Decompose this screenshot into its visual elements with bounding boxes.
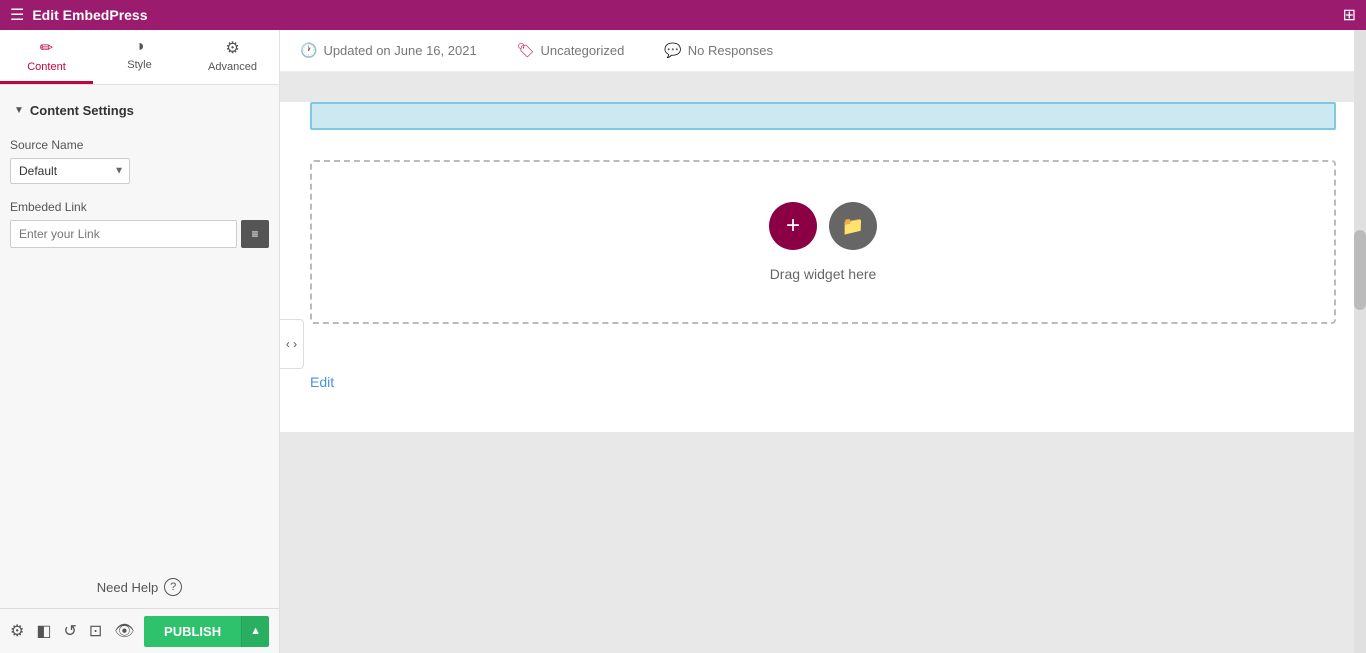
source-name-select-wrapper: Default YouTube Vimeo SoundCloud ▼ — [10, 158, 130, 184]
need-help-text: Need Help — [97, 580, 158, 595]
history-icon[interactable]: ↺ — [63, 621, 76, 641]
top-bar-title: Edit EmbedPress — [32, 7, 147, 23]
grid-icon[interactable]: ⊞ — [1343, 5, 1356, 25]
top-bar: ☰ Edit EmbedPress ⊞ — [0, 0, 1366, 30]
sidebar: ✏ Content ◑ Style ⚙ Advanced ▼ Content S… — [0, 30, 280, 653]
source-name-select[interactable]: Default YouTube Vimeo SoundCloud — [10, 158, 130, 184]
source-name-field: Source Name Default YouTube Vimeo SoundC… — [10, 138, 269, 184]
clock-icon: 🕐 — [300, 42, 317, 59]
gray-section — [280, 432, 1366, 632]
need-help-section: Need Help ? — [0, 566, 279, 608]
bottom-icons: ⚙ ◧ ↺ ⊡ 👁 — [10, 621, 135, 641]
drop-zone-buttons: + 📁 — [769, 202, 877, 250]
bottom-bar: ⚙ ◧ ↺ ⊡ 👁 PUBLISH ▲ — [0, 608, 279, 653]
add-widget-button[interactable]: + — [769, 202, 817, 250]
top-bar-left: ☰ Edit EmbedPress — [10, 5, 148, 25]
meta-category-text: Uncategorized — [540, 43, 624, 58]
meta-responses-text: No Responses — [688, 43, 773, 58]
edit-section: Edit — [280, 354, 1366, 412]
advanced-tab-icon: ⚙ — [225, 38, 239, 58]
embed-link-field: Embeded Link ≡ — [10, 200, 269, 248]
sidebar-tabs: ✏ Content ◑ Style ⚙ Advanced — [0, 30, 279, 85]
tab-style[interactable]: ◑ Style — [93, 30, 186, 84]
source-name-label: Source Name — [10, 138, 269, 152]
main-layout: ✏ Content ◑ Style ⚙ Advanced ▼ Content S… — [0, 30, 1366, 653]
right-scrollbar[interactable] — [1354, 30, 1366, 653]
folder-icon: 📁 — [842, 216, 864, 237]
meta-updated: 🕐 Updated on June 16, 2021 — [300, 42, 477, 59]
drop-zone-text: Drag widget here — [770, 266, 877, 282]
chevron-left-icon: ‹ › — [286, 337, 297, 351]
section-toggle-icon[interactable]: ▼ — [14, 105, 24, 116]
style-tab-icon: ◑ — [135, 38, 145, 56]
tag-icon: 🏷 — [517, 42, 535, 59]
embed-link-format-button[interactable]: ≡ — [241, 220, 269, 248]
meta-updated-text: Updated on June 16, 2021 — [323, 43, 476, 58]
meta-bar: 🕐 Updated on June 16, 2021 🏷 Uncategoriz… — [280, 30, 1366, 72]
sidebar-content: ▼ Content Settings Source Name Default Y… — [0, 85, 279, 566]
embed-link-input[interactable] — [10, 220, 237, 248]
help-icon[interactable]: ? — [164, 578, 182, 596]
settings-icon[interactable]: ⚙ — [10, 621, 24, 641]
preview-icon[interactable]: 👁 — [114, 621, 134, 641]
edit-link[interactable]: Edit — [310, 374, 334, 390]
content-block: + 📁 Drag widget here Edit — [280, 102, 1366, 432]
meta-responses: 💬 No Responses — [664, 42, 773, 59]
template-icon[interactable]: ⊡ — [89, 621, 102, 641]
plus-icon: + — [786, 212, 800, 240]
advanced-tab-label: Advanced — [208, 61, 257, 73]
publish-arrow-button[interactable]: ▲ — [241, 616, 269, 647]
embed-highlight-bar — [310, 102, 1336, 130]
layers-icon[interactable]: ◧ — [36, 621, 51, 641]
style-tab-label: Style — [127, 59, 151, 71]
section-title: Content Settings — [30, 103, 134, 118]
right-scrollbar-thumb[interactable] — [1354, 230, 1366, 310]
content-settings-header: ▼ Content Settings — [10, 95, 269, 126]
tab-content[interactable]: ✏ Content — [0, 30, 93, 84]
tab-advanced[interactable]: ⚙ Advanced — [186, 30, 279, 84]
publish-button[interactable]: PUBLISH — [144, 616, 241, 647]
meta-category: 🏷 Uncategorized — [517, 42, 625, 59]
drop-zone: + 📁 Drag widget here — [310, 160, 1336, 324]
embed-link-row: ≡ — [10, 220, 269, 248]
content-tab-label: Content — [27, 61, 66, 73]
publish-button-group: PUBLISH ▲ — [144, 616, 269, 647]
hamburger-icon[interactable]: ☰ — [10, 5, 24, 25]
content-tab-icon: ✏ — [40, 38, 53, 58]
content-area: 🕐 Updated on June 16, 2021 🏷 Uncategoriz… — [280, 30, 1366, 653]
comment-icon: 💬 — [664, 42, 681, 59]
toggle-panel-button[interactable]: ‹ › — [280, 319, 304, 369]
folder-button[interactable]: 📁 — [829, 202, 877, 250]
format-icon: ≡ — [251, 227, 258, 241]
embed-link-label: Embeded Link — [10, 200, 269, 214]
